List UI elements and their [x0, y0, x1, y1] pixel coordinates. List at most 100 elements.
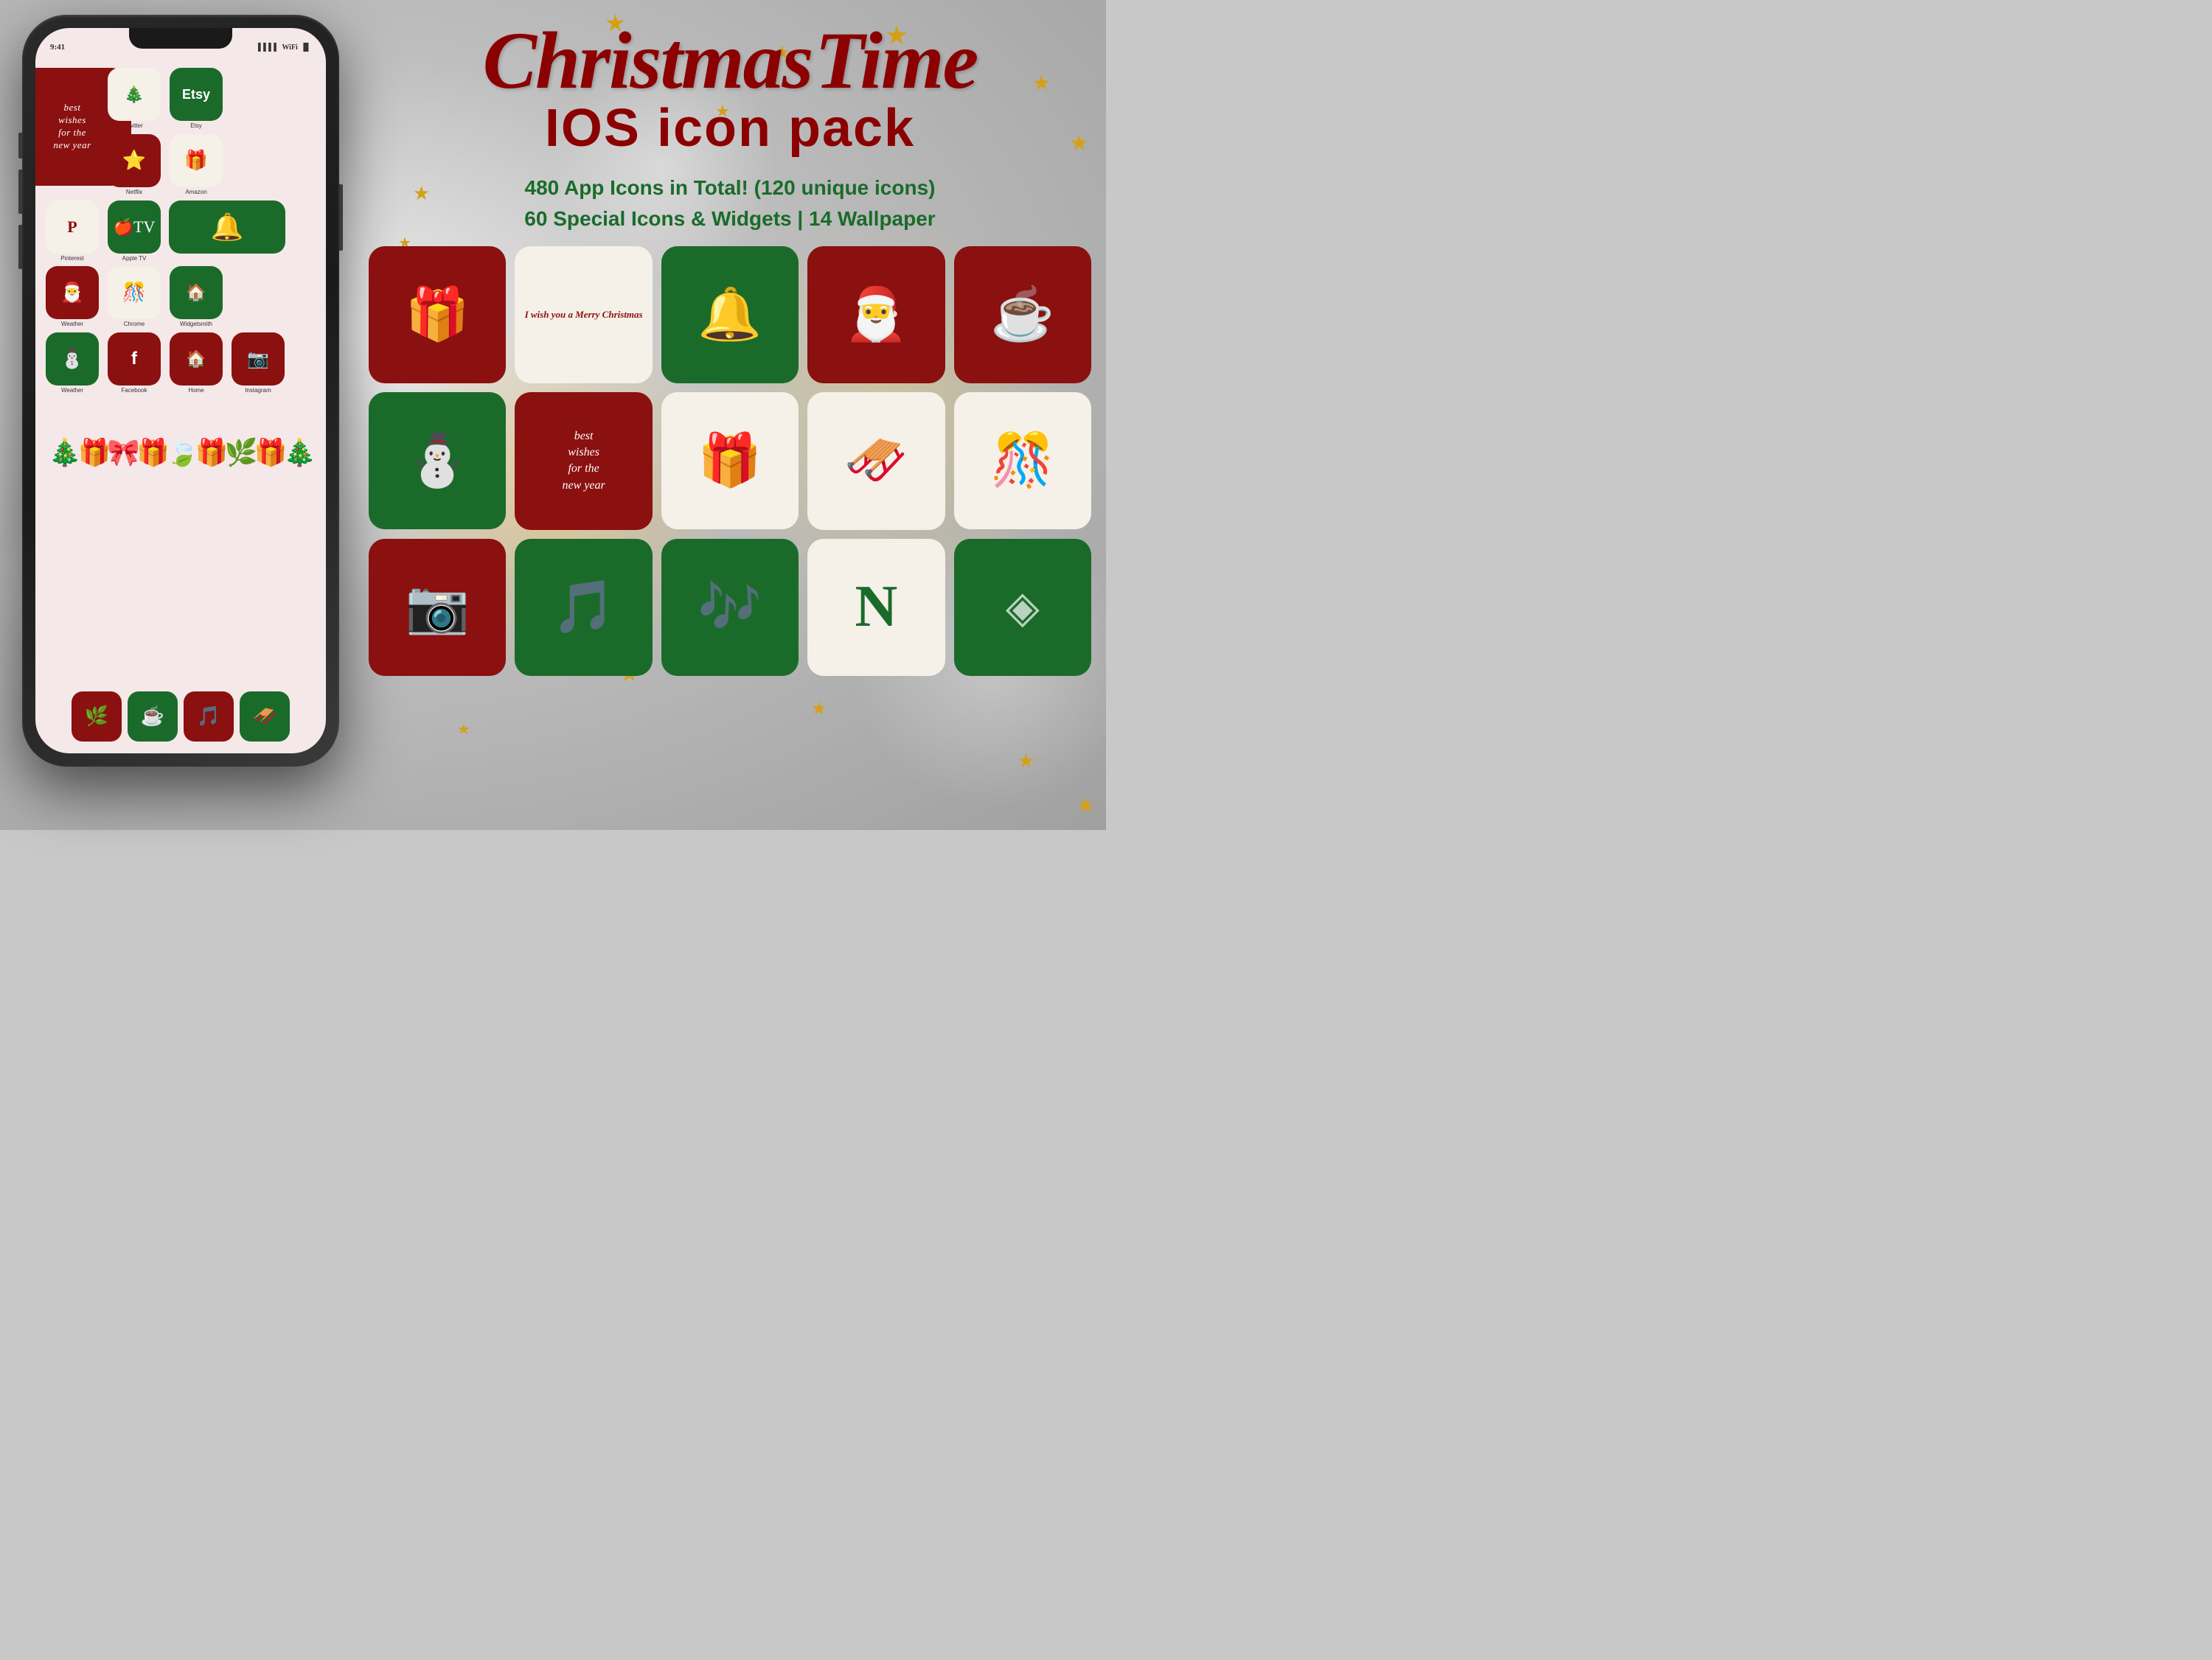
app-home: 🏠 Home	[168, 332, 224, 394]
side-btn-vol-down	[18, 225, 22, 269]
side-btn-mute	[18, 133, 22, 158]
desc-line-1: 480 App Icons in Total! (120 unique icon…	[369, 172, 1091, 203]
app-label-facebook: Facebook	[121, 388, 147, 394]
side-btn-vol-up	[18, 170, 22, 214]
app-label-widgetsmith: Widgetsmith	[180, 321, 212, 328]
app-row-5: ⛄ Weather f Facebook 🏠 Home 📷 Instagram	[44, 332, 317, 394]
phone-mockup: 9:41 ▌▌▌▌ WiFi ▐▌ bestwishesfor thenew y…	[22, 15, 339, 789]
sleigh-icon: 🛷	[844, 430, 908, 491]
app-weather: 🎅 Weather	[44, 266, 100, 328]
title-ios: IOS icon pack	[369, 100, 1091, 158]
gifts-emojis: 🎄🎁🎀🎁🍃🎁🌿🎁🎄	[49, 437, 313, 468]
signal-icon: ▌▌▌▌	[258, 43, 279, 52]
app-label-apple-tv: Apple TV	[122, 256, 147, 262]
description-section: 480 App Icons in Total! (120 unique icon…	[369, 172, 1091, 234]
app-etsy: Etsy Etsy	[168, 68, 224, 130]
showcase-icon-mug: ☕	[954, 246, 1091, 383]
santa-hat-icon: 🎅	[844, 285, 908, 345]
showcase-icon-spotify: 🎶	[661, 539, 799, 676]
phone-notch	[129, 28, 232, 49]
app-icon-home: 🏠	[170, 332, 223, 386]
title-section: Christmas Time IOS icon pack	[369, 22, 1091, 158]
gift-icon: 🎁	[406, 285, 470, 345]
spotify-icon: 🎶	[698, 577, 762, 638]
app-icon-amazon: 🎁	[170, 134, 223, 187]
app-row-1: bestwishesfor thenew year 🎄 Twitter Etsy…	[44, 68, 317, 196]
phone-body: 9:41 ▌▌▌▌ WiFi ▐▌ bestwishesfor thenew y…	[22, 15, 339, 767]
gift-cream-icon: 🎁	[698, 430, 762, 491]
app-icon-netflix: ⭐	[108, 134, 161, 187]
christmas-gifts-decoration: 🎄🎁🎀🎁🍃🎁🌿🎁🎄	[44, 402, 317, 468]
app-widgetsmith: 🏠 Widgetsmith	[168, 266, 224, 328]
app-label-netflix: Netflix	[126, 189, 142, 196]
app-icon-weather: 🎅	[46, 266, 99, 319]
netflix-n-icon: N	[855, 573, 898, 641]
mug-icon: ☕	[990, 285, 1054, 345]
wish-text: I wish you a Merry Christmas	[525, 308, 643, 321]
app-label-chrome: Chrome	[124, 321, 145, 328]
phone-home-screen: bestwishesfor thenew year 🎄 Twitter Etsy…	[35, 60, 326, 753]
app-pinterest: P Pinterest	[44, 200, 100, 262]
showcase-icon-bell-green: 🔔	[661, 246, 799, 383]
wishes-text-icon: bestwishesfor thenew year	[562, 428, 605, 495]
app-row-4: 🎅 Weather 🎊 Chrome 🏠 Widgetsmith	[44, 266, 317, 328]
title-time: Time	[815, 15, 977, 105]
showcase-icon-camera: 📷	[369, 539, 506, 676]
showcase-icon-netflix: N	[807, 539, 945, 676]
showcase-icon-tree-wish: I wish you a Merry Christmas	[515, 246, 652, 383]
status-icons: ▌▌▌▌ WiFi ▐▌	[258, 43, 311, 52]
showcase-icon-layers: ◈	[954, 539, 1091, 676]
snowman-icon: ⛄	[406, 430, 470, 491]
showcase-icon-ornament: 🎊	[954, 392, 1091, 529]
ornament-icon: 🎊	[990, 430, 1054, 491]
app-label-home: Home	[188, 388, 204, 394]
app-chrome: 🎊 Chrome	[106, 266, 162, 328]
icon-showcase-grid: 🎁 I wish you a Merry Christmas 🔔 🎅 ☕ ⛄ b…	[369, 246, 1091, 676]
dock-icon-1: 🌿	[72, 691, 122, 742]
app-netflix: ⭐ Netflix	[106, 134, 162, 196]
showcase-icon-gift-cream: 🎁	[661, 392, 799, 529]
app-icon-twitter: 🎄	[108, 68, 161, 121]
side-btn-power	[339, 184, 343, 251]
phone-screen-area: 9:41 ▌▌▌▌ WiFi ▐▌ bestwishesfor thenew y…	[35, 28, 326, 753]
battery-icon: ▐▌	[301, 43, 311, 52]
dock-icon-3: 🎵	[184, 691, 234, 742]
phone-dock: 🌿 ☕ 🎵 🛷	[44, 687, 317, 746]
app-icon-widgetsmith: 🏠	[170, 266, 223, 319]
layers-icon: ◈	[1006, 582, 1040, 633]
app-row-1b: 🎄 Twitter Etsy Etsy	[106, 68, 224, 130]
app-icon-facebook: f	[108, 332, 161, 386]
title-christmas: Christmas	[483, 15, 813, 105]
showcase-icon-snowman: ⛄	[369, 392, 506, 529]
showcase-icon-shazam: 🎵	[515, 539, 652, 676]
status-time: 9:41	[50, 43, 65, 52]
app-label-snowman: Weather	[61, 388, 83, 394]
camera-icon: 📷	[406, 577, 470, 638]
dock-icon-2: ☕	[128, 691, 178, 742]
showcase-icon-santa-hat: 🎅	[807, 246, 945, 383]
bell-icon-large: 🔔	[698, 285, 762, 345]
shazam-icon: 🎵	[552, 577, 616, 638]
app-label-pinterest: Pinterest	[60, 256, 84, 262]
right-content: Christmas Time IOS icon pack 480 App Ico…	[369, 22, 1091, 815]
app-facebook: f Facebook	[106, 332, 162, 394]
app-icon-bell: 🔔	[169, 200, 285, 254]
app-label-etsy: Etsy	[190, 123, 202, 130]
app-label-weather: Weather	[61, 321, 83, 328]
app-snowman: ⛄ Weather	[44, 332, 100, 394]
wifi-icon: WiFi	[282, 43, 297, 52]
app-row-1c: ⭐ Netflix 🎁 Amazon	[106, 134, 224, 196]
app-icon-instagram: 📷	[232, 332, 285, 386]
app-amazon: 🎁 Amazon	[168, 134, 224, 196]
app-icon-pinterest: P	[46, 200, 99, 254]
app-row-3: P Pinterest 🍎TV Apple TV 🔔	[44, 200, 317, 262]
app-apple-tv: 🍎TV Apple TV	[106, 200, 162, 262]
app-icon-chrome: 🎊	[108, 266, 161, 319]
app-bell-widget: 🔔	[168, 200, 286, 262]
app-icon-etsy: Etsy	[170, 68, 223, 121]
app-best-wishes: bestwishesfor thenew year	[44, 68, 100, 196]
app-icon-apple-tv: 🍎TV	[108, 200, 161, 254]
showcase-icon-gift-red: 🎁	[369, 246, 506, 383]
dock-icon-4: 🛷	[240, 691, 290, 742]
app-label-instagram: Instagram	[245, 388, 271, 394]
